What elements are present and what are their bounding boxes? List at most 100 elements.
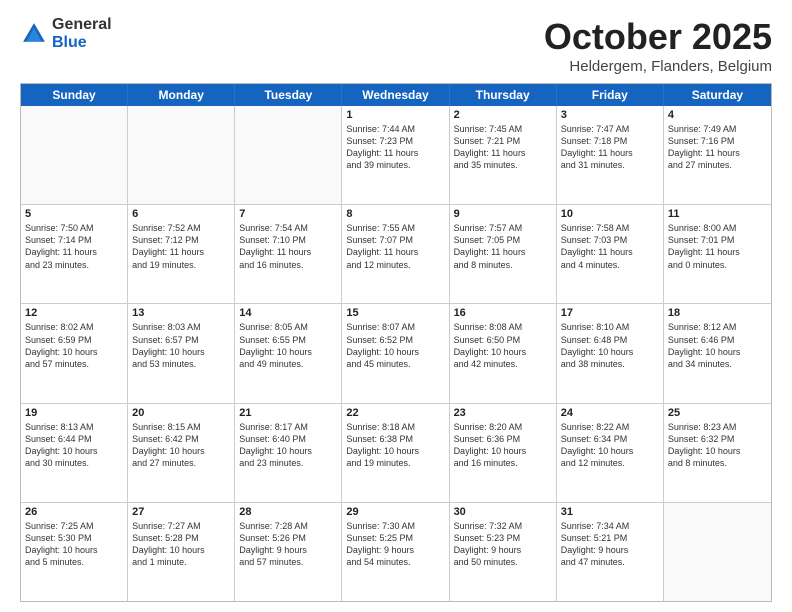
cell-line: Daylight: 10 hours bbox=[25, 544, 123, 556]
cell-line: Sunset: 7:01 PM bbox=[668, 234, 767, 246]
day-number: 2 bbox=[454, 109, 552, 121]
cell-line: Sunrise: 8:03 AM bbox=[132, 321, 230, 333]
cell-line: Sunset: 6:42 PM bbox=[132, 433, 230, 445]
logo-blue: Blue bbox=[52, 34, 87, 51]
cell-line: and 27 minutes. bbox=[132, 457, 230, 469]
cell-line: Daylight: 10 hours bbox=[25, 346, 123, 358]
day-cell-17: 17Sunrise: 8:10 AMSunset: 6:48 PMDayligh… bbox=[557, 304, 664, 402]
cell-line: Daylight: 11 hours bbox=[132, 246, 230, 258]
day-cell-14: 14Sunrise: 8:05 AMSunset: 6:55 PMDayligh… bbox=[235, 304, 342, 402]
day-number: 1 bbox=[346, 109, 444, 121]
cell-line: Sunset: 5:28 PM bbox=[132, 532, 230, 544]
cell-line: Sunset: 7:05 PM bbox=[454, 234, 552, 246]
cell-line: Sunrise: 8:10 AM bbox=[561, 321, 659, 333]
day-cell-7: 7Sunrise: 7:54 AMSunset: 7:10 PMDaylight… bbox=[235, 205, 342, 303]
cell-line: and 19 minutes. bbox=[346, 457, 444, 469]
day-cell-18: 18Sunrise: 8:12 AMSunset: 6:46 PMDayligh… bbox=[664, 304, 771, 402]
day-number: 25 bbox=[668, 407, 767, 419]
day-number: 17 bbox=[561, 307, 659, 319]
cell-line: and 39 minutes. bbox=[346, 159, 444, 171]
day-number: 31 bbox=[561, 506, 659, 518]
cell-line: Sunset: 7:10 PM bbox=[239, 234, 337, 246]
empty-cell bbox=[21, 106, 128, 204]
day-number: 3 bbox=[561, 109, 659, 121]
cell-line: and 0 minutes. bbox=[668, 259, 767, 271]
cell-line: and 1 minute. bbox=[132, 556, 230, 568]
day-number: 6 bbox=[132, 208, 230, 220]
cell-line: Sunset: 7:16 PM bbox=[668, 135, 767, 147]
cell-line: Sunset: 7:21 PM bbox=[454, 135, 552, 147]
cell-line: Sunset: 6:59 PM bbox=[25, 334, 123, 346]
day-cell-22: 22Sunrise: 8:18 AMSunset: 6:38 PMDayligh… bbox=[342, 404, 449, 502]
cell-line: Sunset: 6:38 PM bbox=[346, 433, 444, 445]
week-row-4: 19Sunrise: 8:13 AMSunset: 6:44 PMDayligh… bbox=[21, 403, 771, 502]
cell-line: Sunrise: 8:20 AM bbox=[454, 421, 552, 433]
day-cell-12: 12 Sunrise: 8:02 AMSunset: 6:59 PMDayligh… bbox=[21, 304, 128, 402]
day-number: 11 bbox=[668, 208, 767, 220]
cell-line: Sunrise: 8:00 AM bbox=[668, 222, 767, 234]
cell-line: Daylight: 10 hours bbox=[132, 346, 230, 358]
cell-line: Sunset: 6:46 PM bbox=[668, 334, 767, 346]
cell-line: Daylight: 9 hours bbox=[346, 544, 444, 556]
calendar-header: SundayMondayTuesdayWednesdayThursdayFrid… bbox=[21, 84, 771, 106]
cell-line: and 53 minutes. bbox=[132, 358, 230, 370]
week-row-5: 26Sunrise: 7:25 AMSunset: 5:30 PMDayligh… bbox=[21, 502, 771, 601]
cell-line: Daylight: 10 hours bbox=[346, 445, 444, 457]
cell-line: and 57 minutes. bbox=[25, 358, 123, 370]
day-cell-16: 16Sunrise: 8:08 AMSunset: 6:50 PMDayligh… bbox=[450, 304, 557, 402]
cell-line: Daylight: 11 hours bbox=[25, 246, 123, 258]
cell-line: Daylight: 10 hours bbox=[668, 346, 767, 358]
cell-line: Daylight: 10 hours bbox=[561, 346, 659, 358]
cell-line: Daylight: 10 hours bbox=[454, 346, 552, 358]
cell-line: Sunset: 5:25 PM bbox=[346, 532, 444, 544]
day-cell-2: 2Sunrise: 7:45 AMSunset: 7:21 PMDaylight… bbox=[450, 106, 557, 204]
cell-line: Sunrise: 7:52 AM bbox=[132, 222, 230, 234]
day-cell-29: 29Sunrise: 7:30 AMSunset: 5:25 PMDayligh… bbox=[342, 503, 449, 601]
day-number: 10 bbox=[561, 208, 659, 220]
cell-line: and 27 minutes. bbox=[668, 159, 767, 171]
cell-line: Sunset: 7:14 PM bbox=[25, 234, 123, 246]
cell-line: Sunset: 6:52 PM bbox=[346, 334, 444, 346]
cell-line: Daylight: 10 hours bbox=[239, 346, 337, 358]
cell-line: Sunrise: 8:15 AM bbox=[132, 421, 230, 433]
cell-line: Daylight: 10 hours bbox=[346, 346, 444, 358]
cell-line: Sunrise: 7:27 AM bbox=[132, 520, 230, 532]
cell-line: and 23 minutes. bbox=[25, 259, 123, 271]
cell-line: and 49 minutes. bbox=[239, 358, 337, 370]
day-cell-23: 23Sunrise: 8:20 AMSunset: 6:36 PMDayligh… bbox=[450, 404, 557, 502]
cell-line: Sunrise: 7:49 AM bbox=[668, 123, 767, 135]
cell-line: Daylight: 9 hours bbox=[239, 544, 337, 556]
cell-line: Sunrise: 8:07 AM bbox=[346, 321, 444, 333]
cell-line: Sunset: 6:57 PM bbox=[132, 334, 230, 346]
month-title: October 2025 bbox=[544, 16, 772, 58]
day-number: 12 bbox=[25, 307, 123, 319]
cell-line: and 8 minutes. bbox=[668, 457, 767, 469]
cell-line: Sunset: 6:32 PM bbox=[668, 433, 767, 445]
day-header-thursday: Thursday bbox=[450, 84, 557, 106]
cell-line: and 30 minutes. bbox=[25, 457, 123, 469]
day-number: 23 bbox=[454, 407, 552, 419]
logo-icon bbox=[20, 20, 48, 48]
cell-line: and 23 minutes. bbox=[239, 457, 337, 469]
cell-line: Sunrise: 7:50 AM bbox=[25, 222, 123, 234]
day-header-saturday: Saturday bbox=[664, 84, 771, 106]
day-number: 19 bbox=[25, 407, 123, 419]
cell-line: Sunrise: 8:18 AM bbox=[346, 421, 444, 433]
page: General Blue October 2025 Heldergem, Fla… bbox=[0, 0, 792, 612]
day-cell-1: 1Sunrise: 7:44 AMSunset: 7:23 PMDaylight… bbox=[342, 106, 449, 204]
day-cell-30: 30Sunrise: 7:32 AMSunset: 5:23 PMDayligh… bbox=[450, 503, 557, 601]
cell-line: Daylight: 10 hours bbox=[454, 445, 552, 457]
cell-line: Sunrise: 8:02 AM bbox=[25, 321, 123, 333]
day-header-monday: Monday bbox=[128, 84, 235, 106]
day-cell-27: 27Sunrise: 7:27 AMSunset: 5:28 PMDayligh… bbox=[128, 503, 235, 601]
week-row-3: 12Sunrise: 8:02 AMSunset: 6:59 PMDayligh… bbox=[21, 303, 771, 402]
cell-line: and 12 minutes. bbox=[346, 259, 444, 271]
cell-line: Sunrise: 8:08 AM bbox=[454, 321, 552, 333]
day-number: 24 bbox=[561, 407, 659, 419]
day-cell-25: 25Sunrise: 8:23 AMSunset: 6:32 PMDayligh… bbox=[664, 404, 771, 502]
empty-cell bbox=[128, 106, 235, 204]
cell-line: Daylight: 11 hours bbox=[346, 246, 444, 258]
day-header-friday: Friday bbox=[557, 84, 664, 106]
cell-line: and 42 minutes. bbox=[454, 358, 552, 370]
cell-line: Sunrise: 7:55 AM bbox=[346, 222, 444, 234]
